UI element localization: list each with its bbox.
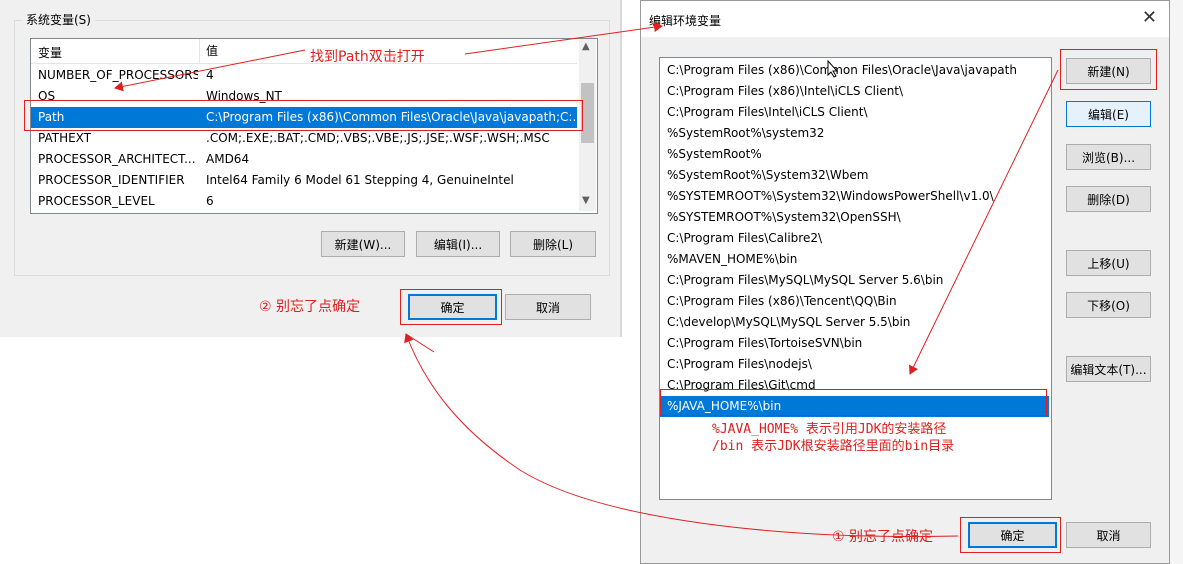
path-text: %MAVEN_HOME%\bin — [667, 252, 798, 266]
variable-value: AMD64 — [206, 152, 250, 166]
desktop-edge — [1170, 0, 1183, 564]
path-text: C:\Program Files\nodejs\ — [667, 357, 812, 371]
variable-name: PROCESSOR_ARCHITECT... — [38, 152, 196, 166]
path-item[interactable]: C:\Program Files\MySQL\MySQL Server 5.6\… — [660, 270, 1049, 291]
dialog-title: 编辑环境变量 — [649, 14, 722, 28]
annotation-java-home-line2: /bin 表示JDK根安装路径里面的bin目录 — [712, 439, 955, 454]
variable-name: NUMBER_OF_PROCESSORS — [38, 68, 198, 82]
table-row[interactable]: PATHEXT .COM;.EXE;.BAT;.CMD;.VBS;.VBE;.J… — [31, 128, 577, 149]
path-item[interactable]: %SystemRoot% — [660, 144, 1049, 165]
annotation-remember-ok-right: ① 别忘了点确定 — [832, 529, 934, 545]
table-row[interactable]: PROCESSOR_IDENTIFIER Intel64 Family 6 Mo… — [31, 170, 577, 191]
variable-value: Intel64 Family 6 Model 61 Stepping 4, Ge… — [206, 173, 514, 187]
move-down-button[interactable]: 下移(O) — [1066, 292, 1151, 318]
new-button-highlight — [1060, 49, 1157, 90]
path-item[interactable]: C:\Program Files\TortoiseSVN\bin — [660, 333, 1049, 354]
path-item[interactable]: C:\Program Files\nodejs\ — [660, 354, 1049, 375]
path-text: C:\Program Files\Calibre2\ — [667, 231, 823, 245]
dialog-title-bar[interactable]: 编辑环境变量 ✕ — [641, 1, 1169, 37]
column-divider[interactable] — [199, 39, 200, 63]
path-text: %SYSTEMROOT%\System32\WindowsPowerShell\… — [667, 189, 994, 203]
java-home-highlight — [660, 389, 1047, 416]
path-text: C:\Program Files\MySQL\MySQL Server 5.6\… — [667, 273, 944, 287]
delete-variable-button[interactable]: 删除(L) — [510, 231, 596, 257]
path-item[interactable]: C:\Program Files\Calibre2\ — [660, 228, 1049, 249]
path-text: %SystemRoot% — [667, 147, 762, 161]
system-variables-label: 系统变量(S) — [22, 11, 95, 28]
scroll-down-icon[interactable]: ▼ — [582, 195, 590, 206]
path-text: C:\Program Files (x86)\Intel\iCLS Client… — [667, 84, 904, 98]
delete-path-button[interactable]: 删除(D) — [1066, 186, 1151, 212]
path-item[interactable]: C:\Program Files (x86)\Common Files\Orac… — [660, 60, 1049, 81]
close-icon[interactable]: ✕ — [1142, 7, 1157, 28]
variable-name: PROCESSOR_IDENTIFIER — [38, 173, 185, 187]
panel-edge — [620, 0, 622, 337]
list-header: 变量 值 — [31, 39, 577, 64]
column-header-value[interactable]: 值 — [206, 42, 218, 59]
path-item[interactable]: %SYSTEMROOT%\System32\WindowsPowerShell\… — [660, 186, 1049, 207]
path-text: %SystemRoot%\system32 — [667, 126, 825, 140]
path-text: C:\develop\MySQL\MySQL Server 5.5\bin — [667, 315, 911, 329]
path-item[interactable]: C:\Program Files\Intel\iCLS Client\ — [660, 102, 1049, 123]
table-row[interactable]: PROCESSOR_LEVEL 6 — [31, 191, 577, 212]
edit-text-button[interactable]: 编辑文本(T)... — [1066, 356, 1151, 382]
cancel-button-left[interactable]: 取消 — [505, 294, 591, 320]
edit-path-button[interactable]: 编辑(E) — [1066, 101, 1151, 127]
ok-right-highlight — [960, 517, 1061, 553]
path-item[interactable]: %SystemRoot%\system32 — [660, 123, 1049, 144]
path-item[interactable]: C:\develop\MySQL\MySQL Server 5.5\bin — [660, 312, 1049, 333]
annotation-remember-ok-left: ② 别忘了点确定 — [259, 299, 361, 315]
path-text: C:\Program Files (x86)\Common Files\Orac… — [667, 63, 1017, 77]
mouse-cursor-icon — [827, 60, 839, 78]
path-item[interactable]: %SystemRoot%\System32\Wbem — [660, 165, 1049, 186]
path-item[interactable]: %MAVEN_HOME%\bin — [660, 249, 1049, 270]
path-item[interactable]: C:\Program Files (x86)\Intel\iCLS Client… — [660, 81, 1049, 102]
annotation-java-home-line1: %JAVA_HOME% 表示引用JDK的安装路径 — [712, 422, 947, 437]
cancel-button-right[interactable]: 取消 — [1066, 522, 1151, 548]
path-item[interactable]: C:\Program Files (x86)\Tencent\QQ\Bin — [660, 291, 1049, 312]
path-item[interactable]: %SYSTEMROOT%\System32\OpenSSH\ — [660, 207, 1049, 228]
table-row[interactable]: NUMBER_OF_PROCESSORS 4 — [31, 65, 577, 86]
variable-name: PATHEXT — [38, 131, 92, 145]
variable-name: PROCESSOR_LEVEL — [38, 194, 155, 208]
move-up-button[interactable]: 上移(U) — [1066, 250, 1151, 276]
browse-button[interactable]: 浏览(B)... — [1066, 144, 1151, 170]
path-text: C:\Program Files (x86)\Tencent\QQ\Bin — [667, 294, 897, 308]
path-row-highlight — [24, 100, 583, 131]
path-text: %SYSTEMROOT%\System32\OpenSSH\ — [667, 210, 901, 224]
new-variable-button[interactable]: 新建(W)... — [321, 231, 405, 257]
variable-value: 6 — [206, 194, 214, 208]
ok-left-highlight — [400, 289, 502, 325]
path-text: C:\Program Files\TortoiseSVN\bin — [667, 336, 863, 350]
annotation-find-path: 找到Path双击打开 — [310, 49, 425, 65]
scroll-up-icon[interactable]: ▲ — [582, 41, 590, 52]
variable-value: .COM;.EXE;.BAT;.CMD;.VBS;.VBE;.JS;.JSE;.… — [206, 131, 550, 145]
path-text: C:\Program Files\Intel\iCLS Client\ — [667, 105, 868, 119]
path-text: %SystemRoot%\System32\Wbem — [667, 168, 869, 182]
table-row[interactable]: PROCESSOR_ARCHITECT... AMD64 — [31, 149, 577, 170]
variable-value: 4 — [206, 68, 214, 82]
column-header-name[interactable]: 变量 — [38, 44, 62, 61]
edit-variable-button[interactable]: 编辑(I)... — [416, 231, 500, 257]
